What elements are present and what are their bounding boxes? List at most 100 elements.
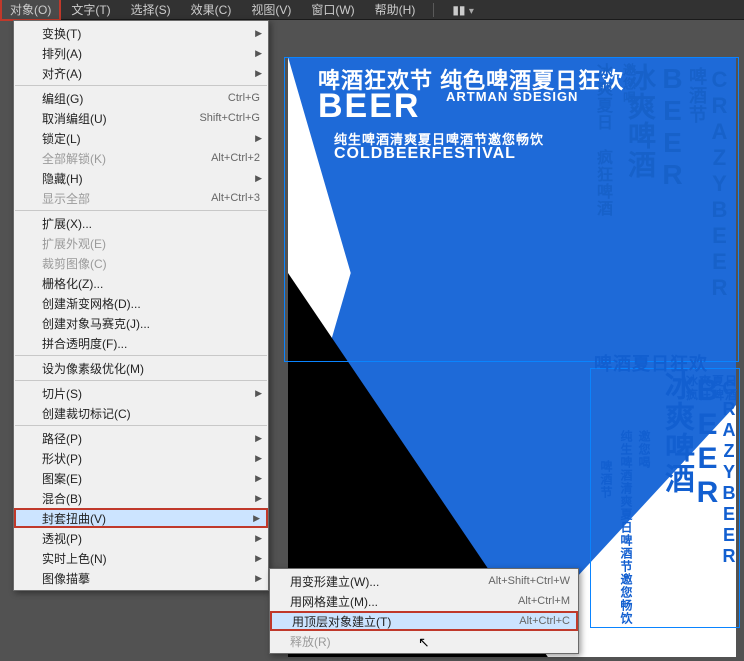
chevron-down-icon: ▾ — [469, 6, 474, 17]
menu-item-label: 变换(T) — [42, 25, 260, 42]
object-menu-item-2[interactable]: 对齐(A)▶ — [14, 63, 268, 83]
menu-object[interactable]: 对象(O) — [0, 0, 61, 21]
submenu-arrow-icon: ▶ — [255, 48, 262, 59]
menu-item-shortcut: Ctrl+G — [228, 92, 260, 104]
object-menu-item-4[interactable]: 编组(G)Ctrl+G — [14, 88, 268, 108]
menu-item-label: 封套扭曲(V) — [42, 510, 260, 527]
submenu-arrow-icon: ▶ — [255, 68, 262, 79]
menu-item-label: 路径(P) — [42, 430, 260, 447]
menu-item-label: 取消编组(U) — [42, 110, 199, 127]
submenu-arrow-icon: ▶ — [255, 28, 262, 39]
submenu-arrow-icon: ▶ — [255, 388, 262, 399]
object-menu-item-26[interactable]: 图案(E)▶ — [14, 468, 268, 488]
menu-item-label: 拼合透明度(F)... — [42, 335, 260, 352]
selection-bounds-2 — [590, 368, 740, 628]
object-menu-item-25[interactable]: 形状(P)▶ — [14, 448, 268, 468]
menu-view[interactable]: 视图(V) — [241, 0, 301, 21]
object-menu-item-17[interactable]: 拼合透明度(F)... — [14, 333, 268, 353]
object-menu-separator — [15, 425, 267, 426]
submenu-arrow-icon: ▶ — [253, 513, 260, 524]
submenu-arrow-icon: ▶ — [255, 453, 262, 464]
object-menu-item-15[interactable]: 创建渐变网格(D)... — [14, 293, 268, 313]
menu-window[interactable]: 窗口(W) — [301, 0, 364, 21]
submenu-arrow-icon: ▶ — [255, 433, 262, 444]
submenu-arrow-icon: ▶ — [255, 553, 262, 564]
menu-item-label: 创建裁切标记(C) — [42, 405, 260, 422]
menu-item-label: 用顶层对象建立(T) — [292, 613, 519, 630]
object-menu-item-6[interactable]: 锁定(L)▶ — [14, 128, 268, 148]
object-menu-item-28[interactable]: 封套扭曲(V)▶ — [14, 508, 268, 528]
selection-bounds-1 — [284, 57, 739, 362]
menu-item-label: 实时上色(N) — [42, 550, 260, 567]
submenu-arrow-icon: ▶ — [255, 493, 262, 504]
object-menu-item-21[interactable]: 切片(S)▶ — [14, 383, 268, 403]
menu-item-label: 设为像素级优化(M) — [42, 360, 260, 377]
menu-help[interactable]: 帮助(H) — [365, 0, 426, 21]
menubar-separator — [433, 3, 434, 17]
menu-item-label: 混合(B) — [42, 490, 260, 507]
object-menu-separator — [15, 210, 267, 211]
hamburger-icon: ▮▮ — [452, 3, 465, 17]
submenu-arrow-icon: ▶ — [255, 133, 262, 144]
menu-item-label: 创建渐变网格(D)... — [42, 295, 260, 312]
menu-item-label: 创建对象马赛克(J)... — [42, 315, 260, 332]
menu-item-label: 全部解锁(K) — [42, 150, 211, 167]
cursor-icon: ↖ — [418, 634, 430, 651]
menu-item-label: 透视(P) — [42, 530, 260, 547]
menu-item-label: 用网格建立(M)... — [290, 593, 518, 610]
object-menu-item-7: 全部解锁(K)Alt+Ctrl+2 — [14, 148, 268, 168]
workspace-switcher[interactable]: ▮▮ ▾ — [442, 0, 484, 20]
menu-item-shortcut: Shift+Ctrl+G — [199, 112, 260, 124]
menu-item-label: 显示全部 — [42, 190, 211, 207]
menu-item-label: 编组(G) — [42, 90, 228, 107]
submenu-arrow-icon: ▶ — [255, 573, 262, 584]
menu-item-label: 图像描摹 — [42, 570, 260, 587]
submenu-arrow-icon: ▶ — [255, 173, 262, 184]
object-menu-item-14[interactable]: 栅格化(Z)... — [14, 273, 268, 293]
menu-item-label: 用变形建立(W)... — [290, 573, 488, 590]
object-menu-item-31[interactable]: 图像描摹▶ — [14, 568, 268, 588]
object-menu-item-19[interactable]: 设为像素级优化(M) — [14, 358, 268, 378]
object-menu-item-12: 扩展外观(E) — [14, 233, 268, 253]
object-menu-item-5[interactable]: 取消编组(U)Shift+Ctrl+G — [14, 108, 268, 128]
object-menu-item-13: 裁剪图像(C) — [14, 253, 268, 273]
menu-item-label: 切片(S) — [42, 385, 260, 402]
object-menu-item-27[interactable]: 混合(B)▶ — [14, 488, 268, 508]
menu-select[interactable]: 选择(S) — [121, 0, 181, 21]
object-menu-item-11[interactable]: 扩展(X)... — [14, 213, 268, 233]
menu-item-label: 扩展外观(E) — [42, 235, 260, 252]
menubar: 对象(O) 文字(T) 选择(S) 效果(C) 视图(V) 窗口(W) 帮助(H… — [0, 0, 744, 20]
menu-item-label: 裁剪图像(C) — [42, 255, 260, 272]
object-menu-separator — [15, 85, 267, 86]
menu-effect[interactable]: 效果(C) — [181, 0, 242, 21]
object-menu-item-29[interactable]: 透视(P)▶ — [14, 528, 268, 548]
object-menu-separator — [15, 355, 267, 356]
menu-item-label: 栅格化(Z)... — [42, 275, 260, 292]
object-dropdown: 变换(T)▶排列(A)▶对齐(A)▶编组(G)Ctrl+G取消编组(U)Shif… — [13, 20, 269, 591]
object-menu-item-9: 显示全部Alt+Ctrl+3 — [14, 188, 268, 208]
menu-item-shortcut: Alt+Ctrl+2 — [211, 152, 260, 164]
menu-item-label: 释放(R) — [290, 633, 570, 650]
menu-item-label: 扩展(X)... — [42, 215, 260, 232]
submenu-arrow-icon: ▶ — [255, 473, 262, 484]
object-menu-item-0[interactable]: 变换(T)▶ — [14, 23, 268, 43]
object-menu-separator — [15, 380, 267, 381]
object-menu-item-22[interactable]: 创建裁切标记(C) — [14, 403, 268, 423]
object-menu-item-30[interactable]: 实时上色(N)▶ — [14, 548, 268, 568]
envelope-menu-item-2[interactable]: 用顶层对象建立(T)Alt+Ctrl+C — [270, 611, 578, 631]
object-menu-item-24[interactable]: 路径(P)▶ — [14, 428, 268, 448]
menu-item-label: 对齐(A) — [42, 65, 260, 82]
menu-item-shortcut: Alt+Shift+Ctrl+W — [488, 575, 570, 587]
object-menu-item-1[interactable]: 排列(A)▶ — [14, 43, 268, 63]
menu-item-label: 形状(P) — [42, 450, 260, 467]
menu-item-shortcut: Alt+Ctrl+3 — [211, 192, 260, 204]
envelope-menu-item-0[interactable]: 用变形建立(W)...Alt+Shift+Ctrl+W — [270, 571, 578, 591]
object-menu-item-8[interactable]: 隐藏(H)▶ — [14, 168, 268, 188]
menu-item-label: 锁定(L) — [42, 130, 260, 147]
menu-item-label: 排列(A) — [42, 45, 260, 62]
envelope-menu-item-1[interactable]: 用网格建立(M)...Alt+Ctrl+M — [270, 591, 578, 611]
menu-item-shortcut: Alt+Ctrl+M — [518, 595, 570, 607]
menu-type[interactable]: 文字(T) — [61, 0, 120, 21]
object-menu-item-16[interactable]: 创建对象马赛克(J)... — [14, 313, 268, 333]
menu-item-shortcut: Alt+Ctrl+C — [519, 615, 570, 627]
